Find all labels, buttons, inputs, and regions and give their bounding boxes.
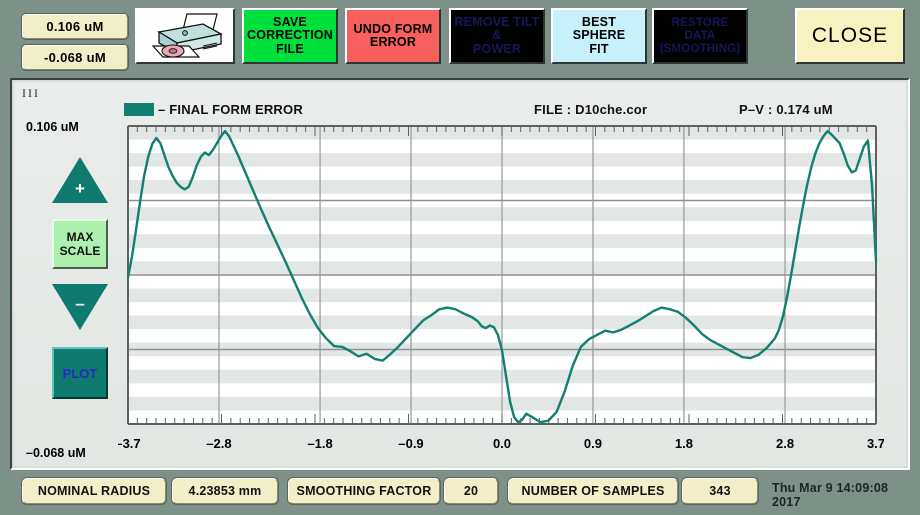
svg-text:–3.7: –3.7: [118, 436, 141, 451]
legend-color-swatch: [124, 103, 154, 116]
nominal-radius-value[interactable]: 4.23853 mm: [172, 478, 278, 504]
svg-text:0.0: 0.0: [493, 436, 511, 451]
best-sphere-fit-label: BEST SPHERE FIT: [572, 14, 626, 56]
svg-text:–2.8: –2.8: [206, 436, 231, 451]
status-bar: NOMINAL RADIUS 4.23853 mm SMOOTHING FACT…: [10, 478, 910, 509]
restore-data-label: RESTORE DATA (SMOOTHING): [659, 16, 741, 55]
top-toolbar: 0.106 uM -0.068 uM SAVE CORRECTION FILE …: [0, 0, 920, 72]
y-axis-max-label: 0.106 uM: [26, 120, 79, 134]
undo-form-error-label: UNDO FORM ERROR: [353, 21, 433, 49]
max-scale-label: MAX SCALE: [59, 230, 101, 258]
max-scale-button[interactable]: MAX SCALE: [52, 219, 108, 269]
svg-text:3.7: 3.7: [867, 436, 884, 451]
close-button[interactable]: CLOSE: [795, 8, 905, 64]
scale-decrease-label: –: [75, 294, 85, 313]
svg-text:2.8: 2.8: [776, 436, 794, 451]
undo-form-error-button[interactable]: UNDO FORM ERROR: [345, 8, 441, 64]
chart-legend: – FINAL FORM ERROR: [124, 102, 303, 117]
remove-tilt-power-label: REMOVE TILT & POWER: [454, 14, 540, 56]
print-button[interactable]: [135, 8, 235, 64]
peak-to-valley-text: P–V : 0.174 uM: [739, 102, 833, 117]
smoothing-factor-value[interactable]: 20: [444, 478, 498, 504]
panel-corner-mark: III: [22, 86, 40, 100]
close-label: CLOSE: [811, 24, 889, 48]
plot-panel: III – FINAL FORM ERROR FILE : D10che.cor…: [10, 78, 910, 470]
scale-increase-button[interactable]: +: [52, 157, 108, 205]
application-window: 0.106 uM -0.068 uM SAVE CORRECTION FILE …: [0, 0, 920, 515]
number-of-samples-value[interactable]: 343: [682, 478, 758, 504]
nominal-radius-label: NOMINAL RADIUS: [22, 478, 166, 504]
svg-text:–1.8: –1.8: [307, 436, 332, 451]
save-correction-file-label: SAVE CORRECTION FILE: [246, 14, 334, 56]
printer-icon: [137, 10, 233, 62]
number-of-samples-label: NUMBER OF SAMPLES: [508, 478, 678, 504]
save-correction-file-button[interactable]: SAVE CORRECTION FILE: [242, 8, 338, 64]
chart-area[interactable]: –3.7 –2.8 –1.8 –0.9 0.0 0.9 1.8 2.8 3.7: [118, 118, 884, 458]
restore-data-button[interactable]: RESTORE DATA (SMOOTHING): [652, 8, 748, 64]
svg-text:–0.9: –0.9: [398, 436, 423, 451]
plot-label: PLOT: [62, 365, 98, 381]
best-sphere-fit-button[interactable]: BEST SPHERE FIT: [551, 8, 647, 64]
readout-min-value: -0.068 uM: [22, 45, 128, 70]
svg-text:0.9: 0.9: [584, 436, 602, 451]
svg-text:1.8: 1.8: [675, 436, 693, 451]
timestamp: Thu Mar 9 14:09:08 2017: [772, 481, 889, 509]
plot-button[interactable]: PLOT: [52, 347, 108, 399]
scale-increase-label: +: [75, 179, 85, 198]
file-info-text: FILE : D10che.cor: [534, 102, 648, 117]
remove-tilt-power-button[interactable]: REMOVE TILT & POWER: [449, 8, 545, 64]
y-axis-min-label: –0.068 uM: [26, 446, 86, 460]
readout-max-value: 0.106 uM: [22, 14, 128, 39]
plot-panel-inner: III – FINAL FORM ERROR FILE : D10che.cor…: [14, 82, 906, 466]
legend-label: – FINAL FORM ERROR: [158, 102, 303, 117]
form-error-chart: –3.7 –2.8 –1.8 –0.9 0.0 0.9 1.8 2.8 3.7: [118, 125, 884, 451]
smoothing-factor-label: SMOOTHING FACTOR: [288, 478, 440, 504]
scale-decrease-button[interactable]: –: [52, 284, 108, 332]
